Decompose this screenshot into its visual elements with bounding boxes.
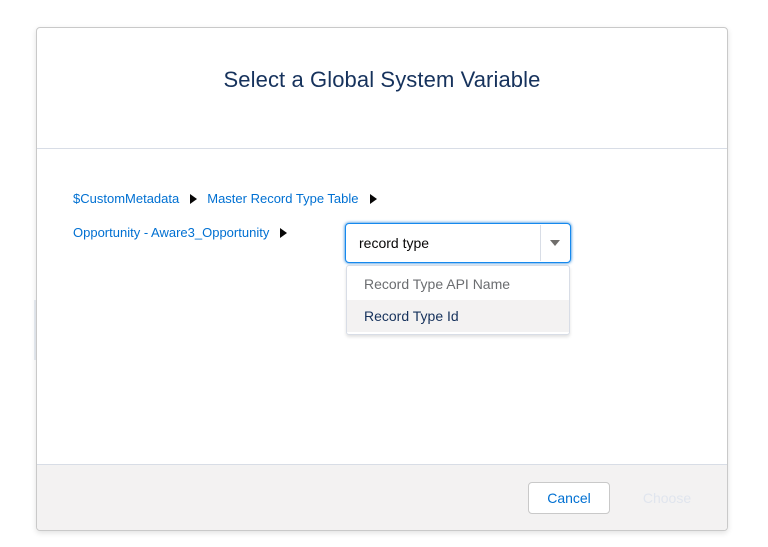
field-search-input[interactable] — [346, 225, 540, 261]
caret-down-icon — [550, 240, 561, 246]
global-variable-dialog: Select a Global System Variable $CustomM… — [36, 27, 728, 531]
breadcrumb-custom-metadata[interactable]: $CustomMetadata — [73, 191, 179, 206]
field-combobox[interactable] — [345, 223, 571, 263]
breadcrumb-opportunity-aware3[interactable]: Opportunity - Aware3_Opportunity — [73, 225, 269, 240]
combobox-toggle-button[interactable] — [541, 225, 570, 261]
choose-button[interactable]: Choose — [622, 482, 712, 514]
dialog-body: $CustomMetadata Master Record Type Table… — [37, 149, 727, 464]
breadcrumb: $CustomMetadata Master Record Type Table — [73, 191, 387, 206]
cancel-button[interactable]: Cancel — [528, 482, 610, 514]
dialog-footer: Cancel Choose — [37, 464, 727, 530]
right-triangle-icon — [369, 193, 377, 204]
option-record-type-id[interactable]: Record Type Id — [347, 300, 569, 332]
breadcrumb-master-record-type-table[interactable]: Master Record Type Table — [207, 191, 358, 206]
dialog-title: Select a Global System Variable — [223, 66, 541, 92]
option-record-type-api-name[interactable]: Record Type API Name — [347, 268, 569, 300]
right-triangle-icon — [190, 193, 198, 204]
right-triangle-icon — [280, 227, 288, 238]
field-options-listbox: Record Type API Name Record Type Id — [346, 265, 570, 335]
dialog-header: Select a Global System Variable — [37, 28, 727, 149]
breadcrumb-level-2: Opportunity - Aware3_Opportunity — [73, 225, 297, 240]
